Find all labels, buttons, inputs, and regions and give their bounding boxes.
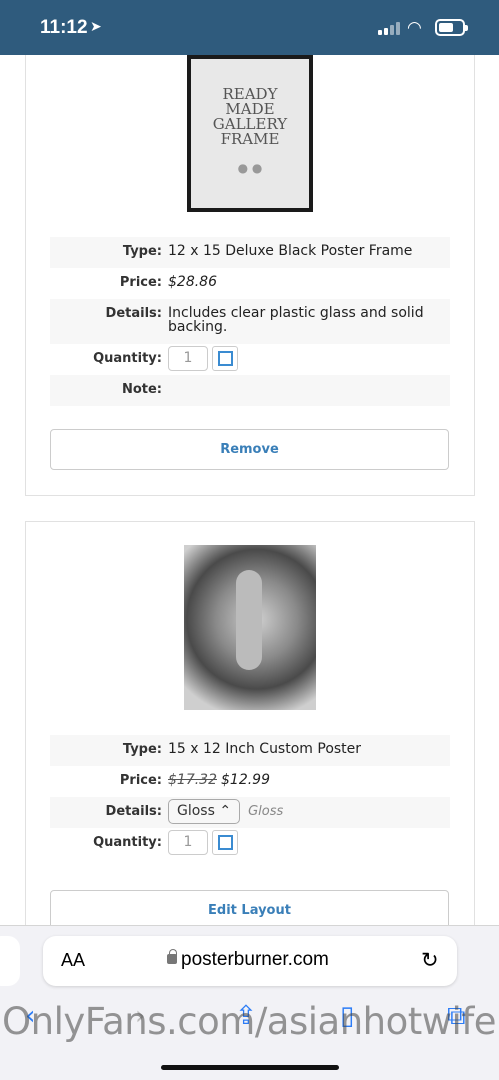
wifi-icon: ◠ xyxy=(407,18,422,38)
home-indicator xyxy=(161,1065,339,1070)
finish-select[interactable]: Gloss ⌃ xyxy=(168,799,241,824)
details-label: Details: xyxy=(105,804,162,819)
poster-photo xyxy=(184,545,316,710)
battery-icon xyxy=(435,19,468,36)
url-text: posterburner.com xyxy=(181,949,329,970)
price-row: Price: $28.86 xyxy=(50,268,450,299)
lock-icon xyxy=(167,949,177,964)
quantity-row: Quantity: 1 xyxy=(50,828,450,859)
type-value: 12 x 15 Deluxe Black Poster Frame xyxy=(168,243,413,259)
address-bar[interactable]: AA posterburner.com ↻ xyxy=(43,936,457,986)
previous-tab[interactable] xyxy=(0,936,20,986)
clock: 11:12 xyxy=(40,17,88,38)
type-row: Type: 12 x 15 Deluxe Black Poster Frame xyxy=(50,237,450,268)
signal-icon xyxy=(378,22,400,35)
type-row: Type: 15 x 12 Inch Custom Poster xyxy=(50,735,450,766)
quantity-input[interactable]: 1 xyxy=(168,346,208,371)
finish-select-value: Gloss xyxy=(177,803,215,819)
type-label: Type: xyxy=(122,244,162,259)
quantity-row: Quantity: 1 xyxy=(50,344,450,375)
quantity-label: Quantity: xyxy=(93,351,162,366)
details-row: Details: Gloss ⌃ Gloss xyxy=(50,797,450,828)
watermark: OnlyFans.com/asianhotwife xyxy=(2,1000,497,1043)
edit-icon[interactable] xyxy=(212,830,239,855)
price-label: Price: xyxy=(119,275,162,290)
frame-text-line: FRAME xyxy=(220,130,280,148)
old-price: $17.32 xyxy=(168,772,217,788)
price-label: Price: xyxy=(119,773,162,788)
web-page[interactable]: READY MADE GALLERY FRAME ● ● Type: 12 x 1… xyxy=(0,55,499,925)
quantity-label: Quantity: xyxy=(93,835,162,850)
cart-item-frame: READY MADE GALLERY FRAME ● ● Type: 12 x 1… xyxy=(25,55,475,496)
location-arrow-icon: ➤ xyxy=(90,19,102,35)
finish-note: Gloss xyxy=(248,804,284,819)
frame-image: READY MADE GALLERY FRAME ● ● xyxy=(187,55,313,212)
reader-settings-button[interactable]: AA xyxy=(61,950,85,971)
details-value: Includes clear plastic glass and solid b… xyxy=(168,305,424,335)
edit-layout-button[interactable]: Edit Layout xyxy=(50,890,449,925)
type-value: 15 x 12 Inch Custom Poster xyxy=(168,741,362,757)
quantity-input[interactable]: 1 xyxy=(168,830,208,855)
details-label: Details: xyxy=(105,306,162,321)
price-row: Price: $17.32 $12.99 xyxy=(50,766,450,797)
cart-item-poster: Type: 15 x 12 Inch Custom Poster Price: $1… xyxy=(25,521,475,925)
reload-icon[interactable]: ↻ xyxy=(421,948,439,972)
note-label: Note: xyxy=(121,382,162,397)
remove-button[interactable]: Remove xyxy=(50,429,449,470)
item-details-table: Type: 12 x 15 Deluxe Black Poster Frame P… xyxy=(50,237,450,406)
edit-icon[interactable] xyxy=(212,346,239,371)
frame-decoration: ● ● xyxy=(237,161,263,175)
item-details-table: Type: 15 x 12 Inch Custom Poster Price: $1… xyxy=(50,735,450,859)
note-row: Note: xyxy=(50,375,450,406)
status-bar: 11:12 ➤ ◠ xyxy=(0,0,499,55)
price-value: $28.86 xyxy=(168,274,217,290)
price-value: $12.99 xyxy=(221,772,270,788)
details-row: Details: Includes clear plastic glass and… xyxy=(50,299,450,344)
type-label: Type: xyxy=(122,742,162,757)
